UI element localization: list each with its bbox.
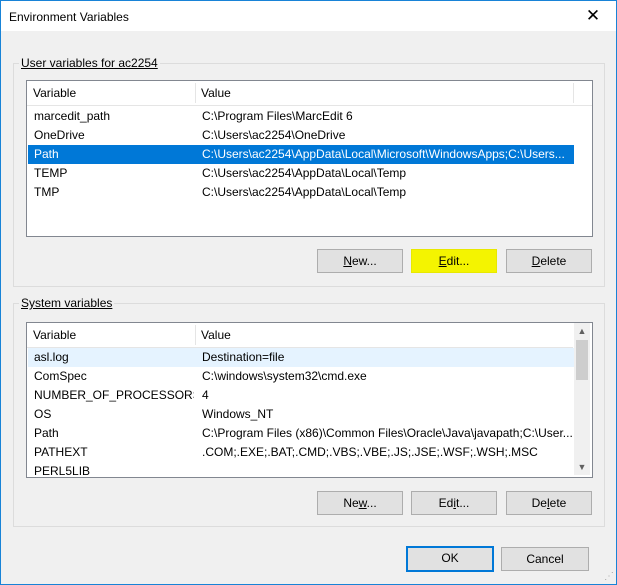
variable-name: Path bbox=[34, 426, 59, 440]
table-row[interactable]: OneDrive C:\Users\ac2254\OneDrive bbox=[28, 126, 574, 145]
system-delete-button[interactable]: Delete bbox=[506, 491, 592, 515]
variable-value: C:\Users\ac2254\OneDrive bbox=[202, 128, 346, 142]
table-row[interactable]: Path C:\Program Files (x86)\Common Files… bbox=[28, 424, 574, 443]
variable-name: marcedit_path bbox=[34, 109, 111, 123]
variable-value: .COM;.EXE;.BAT;.CMD;.VBS;.VBE;.JS;.JSE;.… bbox=[202, 445, 538, 459]
variable-name: OneDrive bbox=[34, 128, 85, 142]
variable-name: Path bbox=[34, 147, 59, 161]
variable-value: C:\windows\system32\cmd.exe bbox=[202, 369, 367, 383]
user-variables-label: User variables for ac2254 bbox=[19, 56, 160, 70]
column-header-variable[interactable]: Variable bbox=[27, 81, 193, 105]
system-variables-label: System variables bbox=[19, 296, 115, 310]
table-row[interactable]: OS Windows_NT bbox=[28, 405, 574, 424]
variable-name: NUMBER_OF_PROCESSORS bbox=[34, 388, 194, 402]
variable-value: 4 bbox=[202, 388, 209, 402]
variable-value bbox=[202, 462, 572, 477]
column-header-variable[interactable]: Variable bbox=[27, 323, 193, 347]
scrollbar-thumb[interactable] bbox=[576, 340, 588, 380]
user-edit-button[interactable]: Edit... bbox=[411, 249, 497, 273]
system-new-button[interactable]: New... bbox=[317, 491, 403, 515]
variable-name: PATHEXT bbox=[34, 445, 88, 459]
variable-name: TEMP bbox=[34, 166, 68, 180]
variable-name: TMP bbox=[34, 185, 60, 199]
user-new-button[interactable]: New... bbox=[317, 249, 403, 273]
variable-name: PERL5LIB bbox=[34, 464, 91, 478]
table-row[interactable]: TMP C:\Users\ac2254\AppData\Local\Temp bbox=[28, 183, 574, 202]
variable-value: C:\Users\ac2254\AppData\Local\Temp bbox=[202, 185, 407, 199]
table-row[interactable]: NUMBER_OF_PROCESSORS 4 bbox=[28, 386, 574, 405]
ok-button[interactable]: OK bbox=[406, 546, 494, 572]
variable-name: asl.log bbox=[34, 350, 69, 364]
scroll-up-icon[interactable]: ▲ bbox=[574, 323, 590, 339]
system-variables-list[interactable]: Variable Value asl.log Destination=file … bbox=[26, 322, 593, 478]
variable-value: C:\Program Files\MarcEdit 6 bbox=[202, 109, 353, 123]
table-row-selected[interactable]: Path C:\Users\ac2254\AppData\Local\Micro… bbox=[28, 145, 574, 164]
environment-variables-dialog: Environment Variables ✕ User variables f… bbox=[0, 0, 617, 585]
variable-value: Windows_NT bbox=[202, 407, 274, 421]
table-row[interactable]: ComSpec C:\windows\system32\cmd.exe bbox=[28, 367, 574, 386]
resize-grip-icon[interactable]: ⋰ bbox=[604, 571, 614, 582]
table-row[interactable]: TEMP C:\Users\ac2254\AppData\Local\Temp bbox=[28, 164, 574, 183]
table-row[interactable]: asl.log Destination=file bbox=[28, 348, 574, 367]
variable-value: Destination=file bbox=[202, 350, 285, 364]
system-edit-button[interactable]: Edit... bbox=[411, 491, 497, 515]
variable-name: OS bbox=[34, 407, 52, 421]
vertical-scrollbar[interactable]: ▲ ▼ bbox=[574, 323, 590, 475]
user-delete-button[interactable]: Delete bbox=[506, 249, 592, 273]
dialog-title: Environment Variables bbox=[9, 10, 129, 24]
table-row[interactable]: PATHEXT .COM;.EXE;.BAT;.CMD;.VBS;.VBE;.J… bbox=[28, 443, 574, 462]
list-header: Variable Value bbox=[27, 323, 573, 348]
close-icon[interactable]: ✕ bbox=[570, 1, 616, 31]
column-header-value[interactable]: Value bbox=[195, 323, 571, 347]
variable-name: ComSpec bbox=[34, 369, 87, 383]
column-header-value[interactable]: Value bbox=[195, 81, 571, 105]
title-bar[interactable]: Environment Variables ✕ bbox=[1, 1, 616, 31]
table-row[interactable]: PERL5LIB bbox=[28, 462, 574, 478]
variable-value: C:\Users\ac2254\AppData\Local\Temp bbox=[202, 166, 407, 180]
column-divider[interactable] bbox=[573, 83, 574, 103]
cancel-button[interactable]: Cancel bbox=[501, 547, 589, 571]
variable-value: C:\Users\ac2254\AppData\Local\Microsoft\… bbox=[202, 147, 565, 161]
variable-value: C:\Program Files (x86)\Common Files\Orac… bbox=[202, 426, 572, 440]
scroll-down-icon[interactable]: ▼ bbox=[574, 459, 590, 475]
user-variables-list[interactable]: Variable Value marcedit_path C:\Program … bbox=[26, 80, 593, 237]
list-header: Variable Value bbox=[27, 81, 592, 106]
table-row[interactable]: marcedit_path C:\Program Files\MarcEdit … bbox=[28, 107, 574, 126]
